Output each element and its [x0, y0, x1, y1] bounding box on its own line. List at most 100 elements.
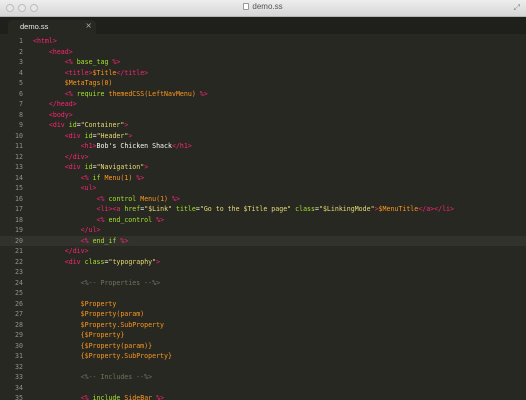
line-number: 26 [15, 299, 23, 308]
line-number: 35 [15, 394, 23, 400]
code-line[interactable]: 12 </div> [0, 152, 526, 163]
tab-close-icon[interactable]: × [85, 21, 92, 30]
line-number: 20 [15, 236, 23, 245]
code-line[interactable]: 1 <html> [0, 36, 526, 47]
code-text: <body> [48, 110, 73, 119]
line-number: 1 [19, 37, 23, 45]
code-editor[interactable]: 1 <html> 2 <head> 3 <% base_tag %> 4 <title>… [0, 36, 526, 400]
code-line[interactable]: 17 <li><a href="$Link" title="Go to the … [0, 204, 526, 215]
line-number: 24 [15, 278, 23, 287]
code-line[interactable]: 30 {$Property(param)} [0, 341, 526, 352]
code-text: </head> [48, 100, 77, 108]
code-line[interactable]: 4 <title>$Title</title> [0, 68, 526, 79]
code-text: <% base_tag %> [64, 58, 121, 66]
window-title: demo.ss [0, 2, 526, 11]
code-line[interactable]: 6 <% require themedCSS(LeftNavMenu) %> [0, 89, 526, 100]
tab-bar: demo.ss × [0, 17, 526, 34]
code-text: $Property.SubProperty [80, 320, 165, 329]
line-number: 4 [19, 68, 23, 77]
line-number: 5 [19, 79, 23, 87]
editor-window: demo.ss ⤢ demo.ss × 1 <html> 2 <head> 3 <% … [0, 0, 526, 400]
code-text: <% control Menu(1) %> [96, 194, 180, 203]
code-text: </div> [64, 152, 89, 161]
line-number: 18 [15, 215, 23, 224]
line-number: 7 [19, 100, 23, 108]
code-text: <div id="Container"> [48, 121, 129, 129]
code-text: <h1>Bob's Chicken Shack</h1> [80, 142, 192, 150]
code-line[interactable]: 33 <%-- Includes --%> [0, 372, 526, 383]
line-number: 8 [19, 110, 23, 119]
line-number: 2 [19, 47, 23, 56]
code-text: <% include SideBar %> [80, 394, 165, 400]
line-number: 17 [15, 205, 23, 213]
code-line[interactable]: 29 {$Property} [0, 330, 526, 341]
code-text: <div id="Header"> [64, 131, 133, 140]
code-line[interactable]: 10 <div id="Header"> [0, 131, 526, 142]
code-text: <% end_if %> [80, 236, 129, 245]
code-line[interactable]: 2 <head> [0, 47, 526, 58]
code-line[interactable]: 25 [0, 288, 526, 299]
line-number: 32 [15, 362, 23, 371]
line-number: 23 [15, 268, 23, 276]
code-line[interactable]: 19 </ul> [0, 225, 526, 236]
code-text: <head> [48, 47, 73, 56]
line-number: 21 [15, 247, 23, 255]
code-line[interactable]: 28 $Property.SubProperty [0, 320, 526, 331]
code-line[interactable]: 11 <h1>Bob's Chicken Shack</h1> [0, 141, 526, 152]
code-text: $Property(param) [80, 310, 145, 318]
line-number: 33 [15, 373, 23, 381]
title-bar: demo.ss ⤢ [0, 0, 526, 17]
tab-demo-ss[interactable]: demo.ss × [8, 20, 96, 34]
line-number: 16 [15, 194, 23, 203]
fullscreen-icon[interactable]: ⤢ [514, 3, 520, 13]
line-number: 30 [15, 341, 23, 350]
code-text: </ul> [80, 226, 101, 234]
code-line[interactable]: 23 [0, 267, 526, 278]
line-number: 28 [15, 320, 23, 329]
code-line[interactable]: 34 [0, 383, 526, 394]
code-line[interactable]: 20 <% end_if %> [0, 235, 526, 246]
line-number: 14 [15, 173, 23, 182]
code-line[interactable]: 13 <div id="Navigation"> [0, 162, 526, 173]
code-line[interactable]: 35 <% include SideBar %> [0, 393, 526, 400]
code-line[interactable]: 32 [0, 362, 526, 373]
code-text: $Property [80, 299, 117, 308]
code-line[interactable]: 27 $Property(param) [0, 309, 526, 320]
code-text: {$Property} [80, 331, 125, 339]
code-line[interactable]: 7 </head> [0, 99, 526, 110]
code-line[interactable]: 18 <% end_control %> [0, 215, 526, 226]
line-number: 6 [19, 89, 23, 98]
code-line[interactable]: 5 $MetaTags(0) [0, 78, 526, 89]
code-line[interactable]: 16 <% control Menu(1) %> [0, 194, 526, 205]
code-text: <div class="typography"> [64, 257, 161, 266]
code-text: {$Property(param)} [80, 341, 153, 350]
code-text: <% end_control %> [96, 215, 165, 224]
line-number: 13 [15, 163, 23, 171]
code-line[interactable]: 31 {$Property.SubProperty} [0, 351, 526, 362]
code-text: <%-- Properties --%> [80, 278, 161, 287]
code-line[interactable]: 24 <%-- Properties --%> [0, 278, 526, 289]
code-line[interactable]: 14 <% if Menu(1) %> [0, 173, 526, 184]
code-line[interactable]: 22 <div class="typography"> [0, 257, 526, 268]
code-text: <div id="Navigation"> [64, 163, 149, 171]
line-number: 27 [15, 310, 23, 318]
line-number: 12 [15, 152, 23, 161]
code-line[interactable]: 15 <ul> [0, 183, 526, 194]
code-line[interactable]: 8 <body> [0, 110, 526, 121]
code-line[interactable]: 21 </div> [0, 246, 526, 257]
code-text: $MetaTags(0) [64, 79, 113, 87]
code-line[interactable]: 9 <div id="Container"> [0, 120, 526, 131]
line-number: 34 [15, 383, 23, 392]
line-number: 29 [15, 331, 23, 339]
line-number: 19 [15, 226, 23, 234]
window-title-text: demo.ss [252, 2, 283, 11]
code-line[interactable]: 26 $Property [0, 299, 526, 310]
line-number: 9 [19, 121, 23, 129]
code-text: {$Property.SubProperty} [80, 352, 172, 360]
code-text: <%-- Includes --%> [80, 373, 153, 381]
code-line[interactable]: 3 <% base_tag %> [0, 57, 526, 68]
document-icon [243, 3, 250, 10]
code-text: <title>$Title</title> [64, 68, 149, 77]
line-number: 15 [15, 184, 23, 192]
code-text: <html> [33, 37, 57, 45]
